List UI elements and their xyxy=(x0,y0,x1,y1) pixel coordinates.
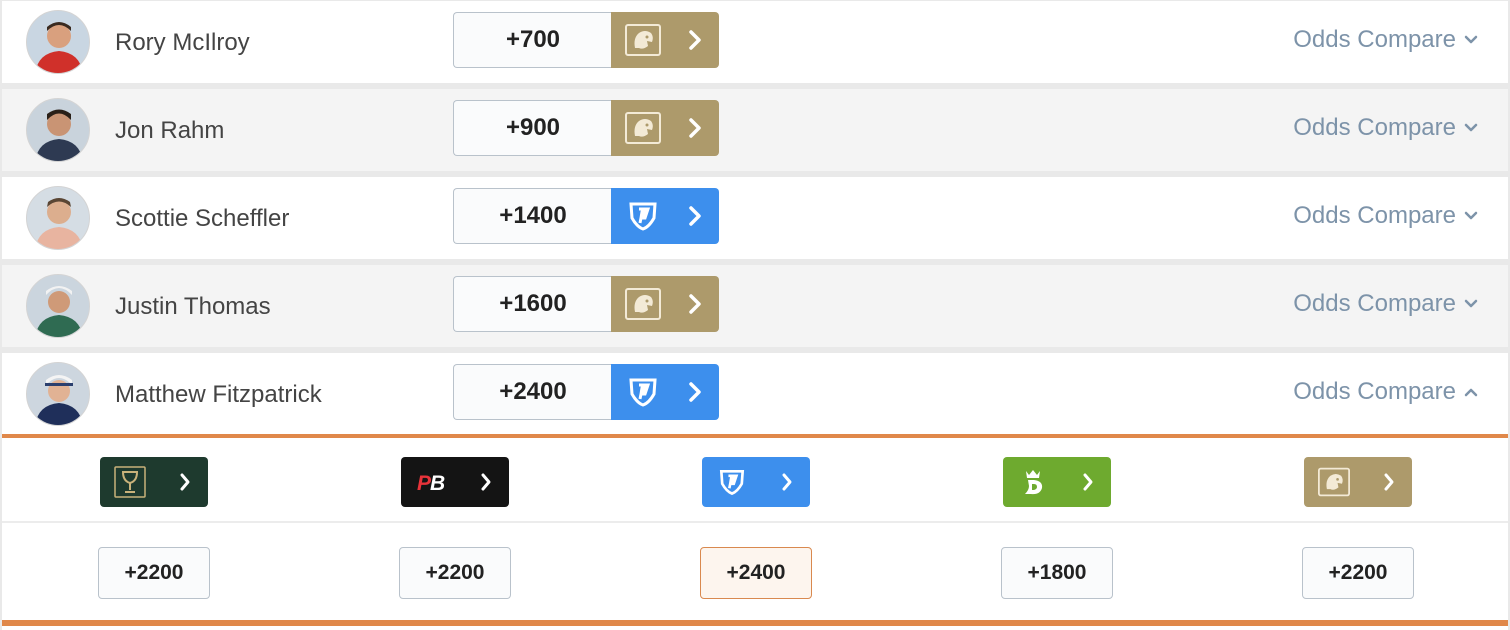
chevron-right-icon xyxy=(689,30,701,50)
panel-bottom-border xyxy=(2,620,1508,626)
bet-button-fanduel[interactable] xyxy=(611,188,719,244)
odds-compare-label: Odds Compare xyxy=(1293,114,1456,141)
chevron-down-icon xyxy=(1464,35,1478,44)
fanduel-shield-icon xyxy=(719,470,745,495)
chevron-right-icon xyxy=(180,473,190,491)
avatar xyxy=(26,98,90,162)
mgm-lion-icon xyxy=(625,112,661,144)
sportsbook-odds-row: +2200 +2200 +2400 +1800 +2200 xyxy=(2,525,1508,626)
player-name[interactable]: Rory McIlroy xyxy=(115,29,250,57)
odds-button-mgm[interactable]: +2200 xyxy=(1302,547,1414,599)
bet-button-mgm[interactable] xyxy=(611,100,719,156)
draftkings-crown-icon xyxy=(1025,470,1043,495)
player-row: Justin Thomas +1600 Odds Compare xyxy=(2,265,1508,347)
chevron-down-icon xyxy=(1464,123,1478,132)
bet-button-mgm[interactable] xyxy=(611,276,719,332)
chevron-right-icon xyxy=(1384,473,1394,491)
odds-compare-label: Odds Compare xyxy=(1293,378,1456,405)
odds-button-fanduel-best[interactable]: +2400 xyxy=(700,547,812,599)
mgm-lion-icon xyxy=(625,24,661,56)
svg-text:B: B xyxy=(430,472,445,495)
avatar xyxy=(26,10,90,74)
fanduel-shield-icon xyxy=(629,202,657,231)
odds-value[interactable]: +1600 xyxy=(453,276,612,332)
odds-compare-label: Odds Compare xyxy=(1293,290,1456,317)
chevron-right-icon xyxy=(689,382,701,402)
mgm-lion-icon xyxy=(625,288,661,320)
caesars-goblet-icon xyxy=(114,466,146,498)
chevron-right-icon xyxy=(481,473,491,491)
odds-compare-panel: PB +2200 +2200 +2400 +1800 +2200 xyxy=(2,434,1508,630)
player-name[interactable]: Justin Thomas xyxy=(115,293,271,321)
chevron-right-icon xyxy=(689,294,701,314)
bet-button-mgm[interactable] xyxy=(611,12,719,68)
chevron-right-icon xyxy=(689,118,701,138)
chevron-down-icon xyxy=(1464,211,1478,220)
player-name[interactable]: Jon Rahm xyxy=(115,117,224,145)
player-name[interactable]: Matthew Fitzpatrick xyxy=(115,381,322,409)
odds-compare-toggle[interactable]: Odds Compare xyxy=(1293,378,1478,406)
fanduel-shield-icon xyxy=(629,378,657,407)
player-row: Matthew Fitzpatrick +2400 Odds Compare xyxy=(2,353,1508,435)
bet-button-mgm[interactable] xyxy=(1304,457,1412,507)
chevron-right-icon xyxy=(689,206,701,226)
bet-button-caesars[interactable] xyxy=(100,457,208,507)
odds-list: Rory McIlroy +700 Odds Compare Jon Rahm … xyxy=(0,0,1510,630)
odds-compare-toggle[interactable]: Odds Compare xyxy=(1293,26,1478,54)
odds-value[interactable]: +700 xyxy=(453,12,612,68)
avatar xyxy=(26,186,90,250)
odds-value[interactable]: +1400 xyxy=(453,188,612,244)
odds-value[interactable]: +900 xyxy=(453,100,612,156)
odds-value[interactable]: +2400 xyxy=(453,364,612,420)
chevron-right-icon xyxy=(782,473,792,491)
avatar xyxy=(26,274,90,338)
bet-button-draftkings[interactable] xyxy=(1003,457,1111,507)
player-row: Rory McIlroy +700 Odds Compare xyxy=(2,1,1508,83)
odds-button-pointsbet[interactable]: +2200 xyxy=(399,547,511,599)
odds-compare-label: Odds Compare xyxy=(1293,26,1456,53)
sportsbook-row: PB xyxy=(2,438,1508,523)
chevron-down-icon xyxy=(1464,299,1478,308)
avatar xyxy=(26,362,90,426)
bet-button-fanduel[interactable] xyxy=(702,457,810,507)
chevron-right-icon xyxy=(1083,473,1093,491)
bet-button-pointsbet[interactable]: PB xyxy=(401,457,509,507)
odds-compare-toggle[interactable]: Odds Compare xyxy=(1293,290,1478,318)
bet-button-fanduel[interactable] xyxy=(611,364,719,420)
player-row: Jon Rahm +900 Odds Compare xyxy=(2,89,1508,171)
player-name[interactable]: Scottie Scheffler xyxy=(115,205,289,233)
pointsbet-pb-icon: PB xyxy=(417,472,445,495)
chevron-up-icon xyxy=(1464,388,1478,397)
odds-button-draftkings[interactable]: +1800 xyxy=(1001,547,1113,599)
odds-button-caesars[interactable]: +2200 xyxy=(98,547,210,599)
mgm-lion-icon xyxy=(1318,467,1350,497)
odds-compare-label: Odds Compare xyxy=(1293,202,1456,229)
odds-compare-toggle[interactable]: Odds Compare xyxy=(1293,202,1478,230)
player-row: Scottie Scheffler +1400 Odds Compare xyxy=(2,177,1508,259)
odds-compare-toggle[interactable]: Odds Compare xyxy=(1293,114,1478,142)
